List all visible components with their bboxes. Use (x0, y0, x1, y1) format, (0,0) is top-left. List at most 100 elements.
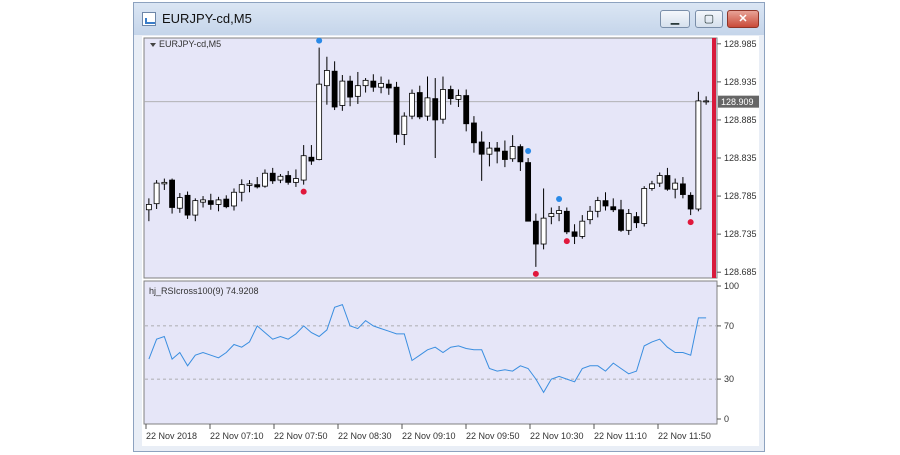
chart-client-area[interactable]: EURJPY-cd,M5 hj_RSIcross100(9) 74.9208 1… (142, 36, 759, 446)
candle-body (540, 217, 547, 245)
candle-body (393, 86, 400, 135)
candle-body (579, 220, 586, 237)
time-tick-label: 22 Nov 09:50 (466, 431, 520, 441)
candle-body (618, 209, 624, 231)
candle-body (687, 194, 694, 210)
candle-body (440, 89, 446, 120)
indicator-plot-area[interactable] (143, 280, 718, 425)
time-tick-label: 22 Nov 07:10 (210, 431, 264, 441)
candle-body (354, 85, 361, 97)
candle[interactable] (525, 158, 532, 222)
candle-body (231, 191, 237, 207)
buy-signal-dot (556, 195, 563, 202)
candle-body (269, 172, 276, 182)
sell-signal-dot (563, 238, 570, 245)
minimize-button[interactable]: ▁ (660, 10, 690, 28)
indicator-tick-label: 70 (724, 321, 734, 331)
candle-body (293, 178, 299, 183)
candle-body (494, 147, 501, 152)
candle-body (501, 150, 508, 160)
candle-body (262, 172, 268, 187)
candle-body (316, 83, 323, 160)
candle-body (207, 200, 214, 205)
candle-body (602, 200, 609, 207)
candle-body (184, 194, 191, 216)
buy-signal-dot (316, 37, 323, 44)
time-tick-label: 22 Nov 11:50 (658, 431, 711, 441)
candle-body (695, 100, 702, 210)
candle-body (672, 182, 679, 190)
price-tick-label: 128.935 (724, 77, 757, 87)
candle-body (587, 210, 593, 221)
candle-body (424, 97, 431, 117)
indicator-tick-label: 30 (724, 374, 734, 384)
candle-body (571, 231, 578, 237)
candle-body (532, 220, 539, 245)
candle-body (153, 182, 160, 205)
candle-body (254, 184, 261, 188)
candle-body (416, 92, 423, 118)
candle[interactable] (393, 81, 400, 143)
price-tick-label: 128.985 (724, 39, 757, 49)
candle-body (656, 175, 663, 184)
candle-body (169, 179, 175, 208)
candle-body (447, 89, 454, 100)
chart-window-icon (142, 12, 156, 26)
price-plot-area[interactable] (143, 37, 718, 279)
candle-body (323, 70, 330, 87)
window-title: EURJPY-cd,M5 (162, 11, 252, 26)
price-tick-label: 128.685 (724, 267, 757, 277)
candle-body (370, 80, 377, 88)
price-tick-label: 128.835 (724, 153, 757, 163)
candle-body (331, 70, 338, 108)
candle-body (633, 216, 640, 224)
candle[interactable] (563, 207, 570, 235)
candle-body (680, 183, 686, 195)
time-tick-label: 22 Nov 2018 (146, 431, 197, 441)
candle-body (176, 197, 183, 209)
candle-body (517, 146, 524, 163)
price-tick-label: 128.885 (724, 115, 757, 125)
candle[interactable] (409, 89, 415, 120)
candle-body (300, 155, 307, 181)
candle-body (145, 204, 152, 211)
candle-body (625, 213, 632, 231)
sell-signal-dot (687, 219, 694, 226)
chart-symbol-label: EURJPY-cd,M5 (159, 39, 221, 49)
candle-body (401, 115, 408, 135)
candle-body (409, 92, 415, 117)
candle-body (161, 181, 168, 185)
candle-body (339, 80, 346, 106)
time-tick-label: 22 Nov 08:30 (338, 431, 392, 441)
time-tick-label: 22 Nov 10:30 (530, 431, 584, 441)
candle-body (548, 213, 555, 218)
indicator-tick-label: 0 (724, 414, 729, 424)
candle[interactable] (184, 191, 191, 219)
candle-body (509, 146, 516, 160)
right-edge-bar (712, 38, 716, 278)
candle-body (277, 175, 284, 181)
maximize-button[interactable]: ▢ (695, 10, 723, 28)
candle[interactable] (695, 91, 702, 212)
candle-body (641, 188, 648, 224)
indicator-tick-label: 100 (724, 281, 739, 291)
candle-body (192, 200, 199, 216)
candle-body (703, 100, 710, 103)
candle-body (347, 80, 354, 98)
title-bar[interactable]: EURJPY-cd,M5 ▁ ▢ ✕ (134, 3, 764, 35)
time-tick-label: 22 Nov 09:10 (402, 431, 456, 441)
candle-body (200, 199, 206, 203)
candle[interactable] (641, 186, 648, 227)
candle-body (246, 183, 253, 186)
close-button[interactable]: ✕ (727, 10, 759, 28)
candle-body (215, 199, 222, 205)
candle-body (455, 95, 462, 100)
chart-svg[interactable]: EURJPY-cd,M5 hj_RSIcross100(9) 74.9208 1… (142, 36, 759, 446)
candle-body (525, 162, 532, 222)
candle-body (594, 200, 601, 212)
buy-signal-dot (525, 148, 532, 154)
candle-body (223, 198, 230, 208)
candle-body (362, 79, 369, 87)
time-tick-label: 22 Nov 07:50 (274, 431, 328, 441)
candle-body (463, 95, 470, 125)
